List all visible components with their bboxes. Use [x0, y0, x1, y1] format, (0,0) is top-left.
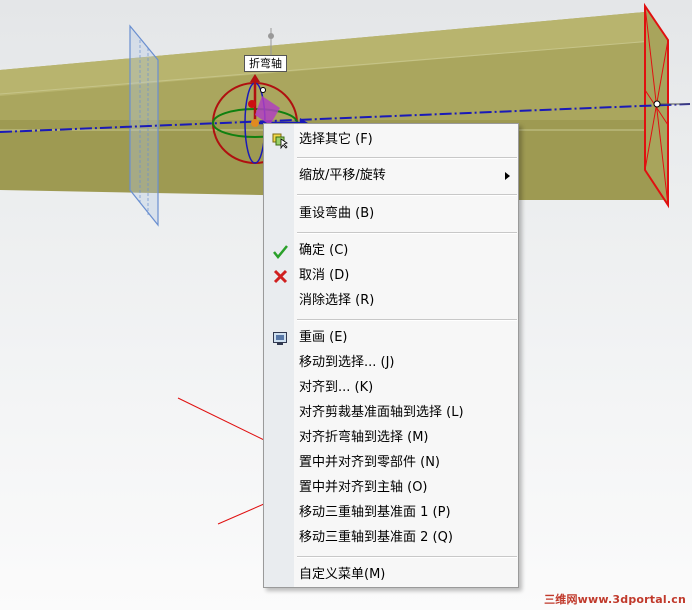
cancel-x-icon [272, 268, 289, 285]
menu-separator [297, 556, 517, 558]
menu-item-align-trim-plane[interactable]: 对齐剪裁基准面轴到选择 (L) [264, 402, 518, 424]
menu-item-center-align-main-axis[interactable]: 置中并对齐到主轴 (O) [264, 477, 518, 499]
select-other-icon [272, 132, 289, 150]
bend-axis-tooltip: 折弯轴 [244, 55, 287, 72]
menu-item-align-to[interactable]: 对齐到... (K) [264, 377, 518, 399]
menu-item-redraw[interactable]: 重画 (E) [264, 327, 518, 349]
redraw-icon [272, 330, 289, 347]
menu-separator [297, 157, 517, 159]
menu-item-cancel[interactable]: 取消 (D) [264, 265, 518, 287]
menu-item-align-bend-axis[interactable]: 对齐折弯轴到选择 (M) [264, 427, 518, 449]
menu-separator [297, 194, 517, 196]
menu-item-zoom-pan-rotate[interactable]: 缩放/平移/旋转 [264, 165, 518, 187]
watermark: 三维网www.3dportal.cn [544, 593, 686, 606]
menu-item-ok[interactable]: 确定 (C) [264, 240, 518, 262]
menu-item-move-to-selection[interactable]: 移动到选择... (J) [264, 352, 518, 374]
context-menu: 选择其它 (F) 缩放/平移/旋转 重设弯曲 (B) 确定 (C) 取消 (D)… [263, 123, 519, 588]
submenu-arrow-icon [505, 172, 510, 180]
menu-item-select-other[interactable]: 选择其它 (F) [264, 129, 518, 151]
checkmark-icon [272, 243, 289, 260]
menu-item-center-align-component[interactable]: 置中并对齐到零部件 (N) [264, 452, 518, 474]
menu-item-customize-menu[interactable]: 自定义菜单(M) [264, 564, 518, 586]
menu-item-clear-selection[interactable]: 消除选择 (R) [264, 290, 518, 312]
menu-item-reset-bend[interactable]: 重设弯曲 (B) [264, 203, 518, 225]
menu-item-move-triad-plane-1[interactable]: 移动三重轴到基准面 1 (P) [264, 502, 518, 524]
menu-item-move-triad-plane-2[interactable]: 移动三重轴到基准面 2 (Q) [264, 527, 518, 549]
menu-separator [297, 319, 517, 321]
menu-separator [297, 232, 517, 234]
